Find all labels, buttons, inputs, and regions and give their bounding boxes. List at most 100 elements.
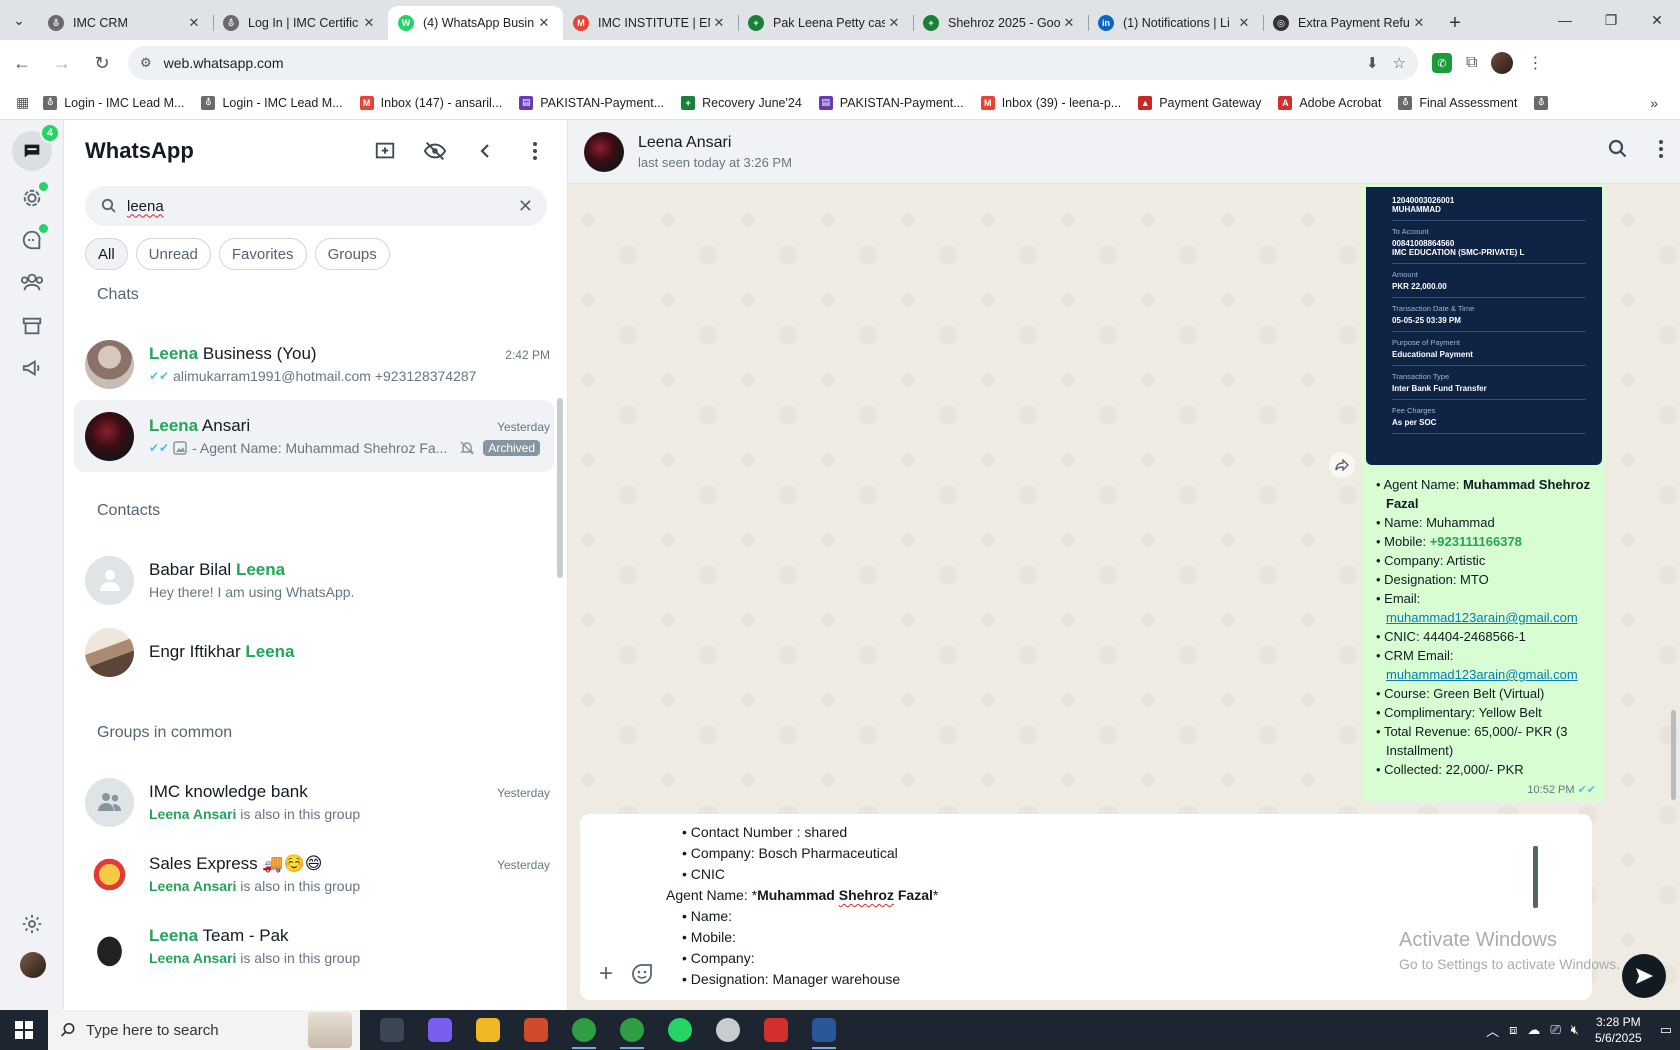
restore-icon[interactable]: ❐ <box>1588 0 1634 40</box>
conversation-header[interactable]: Leena Ansari last seen today at 3:26 PM <box>568 120 1680 184</box>
new-chat-icon[interactable] <box>373 139 397 163</box>
start-button[interactable] <box>0 1010 48 1050</box>
advertise-nav-icon[interactable] <box>16 352 48 384</box>
back-icon[interactable]: ← <box>4 45 40 81</box>
browser-tab[interactable]: M IMC INSTITUTE | EN ✕ <box>563 6 738 40</box>
email-link[interactable]: muhammad123arain@gmail.com <box>1386 610 1578 625</box>
chat-row-leena-business[interactable]: Leena Business (You) 2:42 PM ✔✔ alimukar… <box>64 328 564 400</box>
browser-tab[interactable]: + Pak Leena Petty cash ✕ <box>738 6 913 40</box>
clock[interactable]: 3:28 PM 5/6/2025 <box>1595 1014 1642 1046</box>
acrobat-taskbar-icon[interactable] <box>752 1010 800 1050</box>
hide-eye-icon[interactable] <box>423 139 447 163</box>
bookmark-item[interactable]: ⛢ Login - IMC Lead M... <box>43 95 184 110</box>
bookmark-item[interactable]: A Adobe Acrobat <box>1278 95 1381 110</box>
channels-nav-icon[interactable] <box>16 224 48 256</box>
search-input[interactable]: leena ✕ <box>85 186 547 226</box>
bookmark-item[interactable]: ▤ PAKISTAN-Payment... <box>818 95 964 110</box>
more-bookmarks-icon[interactable]: » <box>1650 95 1658 111</box>
bookmark-item[interactable]: ▤ PAKISTAN-Payment... <box>519 95 664 110</box>
whatsapp-taskbar-icon[interactable] <box>656 1010 704 1050</box>
camera-icon[interactable]: ⧈ <box>1509 1022 1517 1038</box>
chrome-menu-icon[interactable]: ⋮ <box>1527 53 1543 73</box>
settings-gear-icon[interactable] <box>16 908 48 940</box>
collapse-chevron-icon[interactable] <box>473 139 497 163</box>
catalog-nav-icon[interactable] <box>16 310 48 342</box>
bookmark-item[interactable]: ⛢ Final Assessment <box>1398 95 1517 110</box>
word-taskbar-icon[interactable] <box>800 1010 848 1050</box>
bookmark-item[interactable]: ⛢ Login - IMC Lead M... <box>201 95 343 110</box>
apps-grid-icon[interactable]: ▦ <box>16 94 29 111</box>
contact-row-babar-bilal[interactable]: Babar Bilal Leena Hey there! I am using … <box>64 544 564 616</box>
payment-receipt-image[interactable]: 12040003026001 MUHAMMAD To Account 0084100… <box>1366 187 1602 465</box>
new-tab-button[interactable]: + <box>1438 6 1472 40</box>
search-in-chat-icon[interactable] <box>1608 139 1628 164</box>
tab-search-menu[interactable]: ⌄ <box>0 0 38 40</box>
close-tab-icon[interactable]: ✕ <box>360 15 378 31</box>
browser-tab[interactable]: ⛢ IMC CRM ✕ <box>38 6 213 40</box>
profile-avatar[interactable] <box>1491 52 1514 74</box>
chat-menu-dots-icon[interactable] <box>1658 139 1664 164</box>
send-button[interactable] <box>1622 954 1666 998</box>
address-bar[interactable]: ⚙ web.whatsapp.com ⬇ ☆ <box>128 46 1418 80</box>
whatsapp-extension-icon[interactable]: ✆ <box>1432 53 1452 73</box>
app-orange-taskbar-icon[interactable] <box>512 1010 560 1050</box>
attach-plus-icon[interactable]: + <box>592 960 620 988</box>
copilot-taskbar-icon[interactable] <box>416 1010 464 1050</box>
chrome-1-taskbar-icon[interactable] <box>560 1010 608 1050</box>
messages-scrollbar[interactable] <box>1671 710 1676 800</box>
notifications-icon[interactable]: ▭ <box>1660 1022 1672 1038</box>
browser-tab[interactable]: ◎ Extra Payment Refun ✕ <box>1263 6 1438 40</box>
chat-list-scrollbar[interactable] <box>557 398 563 578</box>
browser-tab[interactable]: + Shehroz 2025 - Goo ✕ <box>913 6 1088 40</box>
outgoing-message-bubble[interactable]: 12040003026001 MUHAMMAD To Account 0084100… <box>1362 183 1606 802</box>
extensions-icon[interactable]: ⧉ <box>1466 54 1477 72</box>
bookmark-item[interactable]: M Inbox (147) - ansaril... <box>359 95 502 110</box>
chat-row-leena-ansari[interactable]: Leena Ansari Yesterday ✔✔ - Agent Name: … <box>74 400 554 472</box>
minimize-icon[interactable]: — <box>1542 0 1588 40</box>
bookmark-extra-icon[interactable]: ⛢ <box>1534 95 1555 110</box>
close-tab-icon[interactable]: ✕ <box>185 15 203 31</box>
status-nav-icon[interactable] <box>16 182 48 214</box>
menu-dots-icon[interactable] <box>523 139 547 163</box>
group-row-imc-knowledge-bank[interactable]: IMC knowledge bank Yesterday Leena Ansar… <box>64 766 564 838</box>
bookmark-item[interactable]: + Recovery June'24 <box>681 95 802 110</box>
close-tab-icon[interactable]: ✕ <box>1410 15 1428 31</box>
close-tab-icon[interactable]: ✕ <box>1235 15 1253 31</box>
forward-icon[interactable] <box>1329 452 1355 478</box>
cloud-icon[interactable]: ☁ <box>1527 1022 1540 1038</box>
group-row-sales-express[interactable]: Sales Express 🚚☺️😄 Yesterday Leena Ansar… <box>64 838 564 910</box>
bookmark-star-icon[interactable]: ☆ <box>1393 54 1406 72</box>
message-composer[interactable]: • Contact Number : shared • Company: Bos… <box>580 814 1592 1000</box>
contact-avatar[interactable] <box>584 131 624 172</box>
close-window-icon[interactable]: ✕ <box>1634 0 1680 40</box>
close-tab-icon[interactable]: ✕ <box>535 15 553 31</box>
browser-tab[interactable]: in (1) Notifications | Li ✕ <box>1088 6 1263 40</box>
bookmark-item[interactable]: M Inbox (39) - leena-p... <box>980 95 1121 110</box>
browser-tab[interactable]: ⛢ Log In | IMC Certific ✕ <box>213 6 388 40</box>
communities-nav-icon[interactable] <box>16 266 48 298</box>
install-app-icon[interactable]: ⬇ <box>1366 54 1379 72</box>
reload-icon[interactable]: ↻ <box>84 45 120 81</box>
file-explorer-taskbar-icon[interactable] <box>464 1010 512 1050</box>
clear-search-icon[interactable]: ✕ <box>518 196 533 217</box>
volume-muted-icon[interactable]: 🔇︎ <box>1571 1022 1579 1038</box>
crm-email-link[interactable]: muhammad123arain@gmail.com <box>1386 667 1578 682</box>
composer-scrollbar[interactable] <box>1533 846 1538 908</box>
forward-icon[interactable]: → <box>44 45 80 81</box>
site-info-icon[interactable]: ⚙ <box>140 55 152 71</box>
clock-app-taskbar-icon[interactable] <box>704 1010 752 1050</box>
sticker-icon[interactable] <box>628 960 656 988</box>
group-row-leena-team-pak[interactable]: Leena Team - Pak Leena Ansari is also in… <box>64 910 564 982</box>
close-tab-icon[interactable]: ✕ <box>885 15 903 31</box>
close-tab-icon[interactable]: ✕ <box>710 15 728 31</box>
message-input[interactable]: • Contact Number : shared • Company: Bos… <box>666 822 1466 992</box>
contact-row-engr-iftikhar[interactable]: Engr Iftikhar Leena <box>64 616 564 688</box>
taskbar-search-input[interactable]: Type here to search <box>48 1010 360 1050</box>
chats-nav-icon[interactable]: 4 <box>12 123 60 171</box>
profile-avatar-rail[interactable] <box>20 952 46 978</box>
chrome-2-taskbar-icon[interactable] <box>608 1010 656 1050</box>
close-tab-icon[interactable]: ✕ <box>1060 15 1078 31</box>
bookmark-item[interactable]: ▲ Payment Gateway <box>1138 95 1261 110</box>
browser-tab[interactable]: W (4) WhatsApp Busin ✕ <box>388 6 563 40</box>
chevron-up-icon[interactable]: ︿ <box>1486 1021 1499 1040</box>
